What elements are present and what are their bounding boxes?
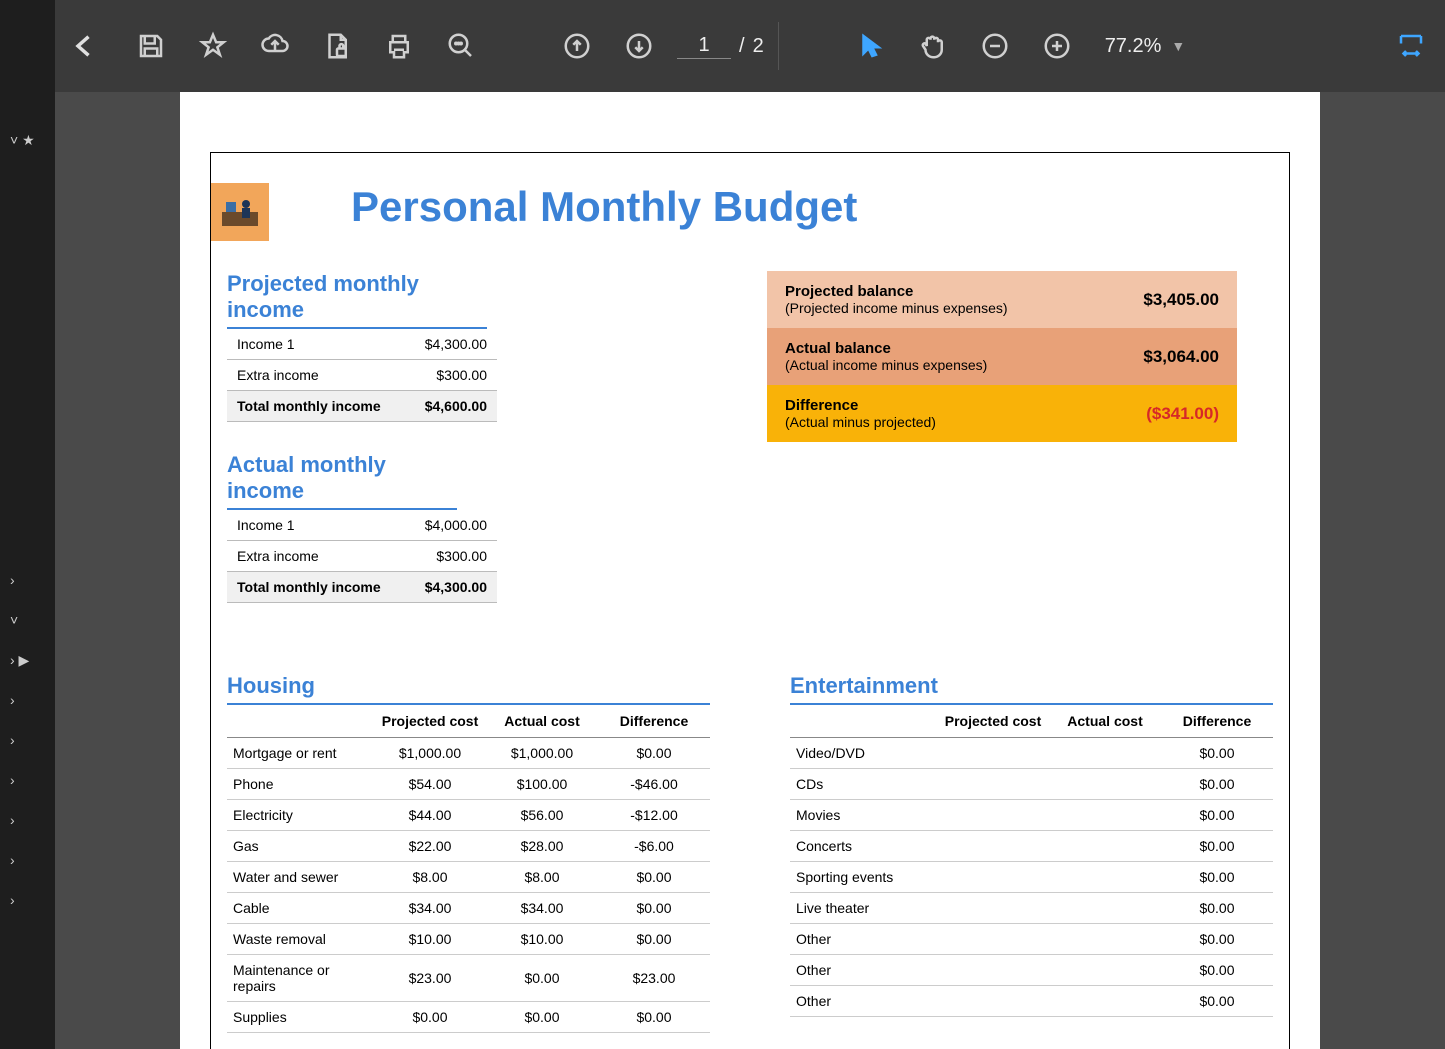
budget-logo-icon xyxy=(211,183,269,241)
search-button[interactable] xyxy=(437,22,485,70)
balance-box: Projected balance (Projected income minu… xyxy=(767,271,1237,442)
table-row: Live theater$0.00 xyxy=(790,893,1273,924)
fit-width-button[interactable] xyxy=(1387,22,1435,70)
table-row: Cable$34.00$34.00$0.00 xyxy=(227,893,710,924)
housing-heading: Housing xyxy=(227,673,710,705)
zoom-dropdown[interactable]: 77.2% ▼ xyxy=(1105,35,1186,58)
side-expand-6[interactable]: › xyxy=(0,760,55,800)
table-row: Video/DVD$0.00 xyxy=(790,738,1273,769)
table-row: Concerts$0.00 xyxy=(790,831,1273,862)
table-row: Sporting events$0.00 xyxy=(790,862,1273,893)
lock-file-button[interactable] xyxy=(313,22,361,70)
select-tool[interactable] xyxy=(847,22,895,70)
side-collapse[interactable]: ˅ ★ xyxy=(0,120,55,160)
chevron-down-icon: ▼ xyxy=(1171,38,1185,54)
document-title: Personal Monthly Budget xyxy=(351,183,1289,231)
table-row: Income 1$4,000.00 xyxy=(227,510,497,541)
side-expand-7[interactable]: › xyxy=(0,800,55,840)
projected-income-table: Income 1$4,300.00 Extra income$300.00 To… xyxy=(227,329,497,422)
side-expand-5[interactable]: › xyxy=(0,720,55,760)
side-expand-9[interactable]: › xyxy=(0,880,55,920)
table-row: Mortgage or rent$1,000.00$1,000.00$0.00 xyxy=(227,738,710,769)
table-row: Phone$54.00$100.00-$46.00 xyxy=(227,769,710,800)
upload-button[interactable] xyxy=(251,22,299,70)
projected-balance-row: Projected balance (Projected income minu… xyxy=(767,271,1237,328)
entertainment-heading: Entertainment xyxy=(790,673,1273,705)
table-row: Extra income$300.00 xyxy=(227,541,497,572)
document-viewer[interactable]: Personal Monthly Budget Projected monthl… xyxy=(55,92,1445,1049)
table-row-total: Total monthly income$4,300.00 xyxy=(227,572,497,603)
zoom-out-button[interactable] xyxy=(971,22,1019,70)
zoom-in-button[interactable] xyxy=(1033,22,1081,70)
side-expand-8[interactable]: › xyxy=(0,840,55,880)
table-row: Maintenance or repairs$23.00$0.00$23.00 xyxy=(227,955,710,1002)
side-expand-2[interactable]: ˅ xyxy=(0,600,55,640)
table-row: Income 1$4,300.00 xyxy=(227,329,497,360)
actual-balance-row: Actual balance (Actual income minus expe… xyxy=(767,328,1237,385)
toolbar-divider xyxy=(778,22,779,70)
housing-table: Projected cost Actual cost Difference Mo… xyxy=(227,705,710,1033)
document-page: Personal Monthly Budget Projected monthl… xyxy=(180,92,1320,1049)
table-row: Waste removal$10.00$10.00$0.00 xyxy=(227,924,710,955)
page-sep: / xyxy=(739,35,745,58)
page-total: 2 xyxy=(753,35,764,58)
table-row: Other$0.00 xyxy=(790,986,1273,1017)
zoom-value: 77.2% xyxy=(1105,35,1162,58)
back-button[interactable] xyxy=(65,26,105,66)
side-expand-3[interactable]: › ▶ xyxy=(0,640,55,680)
entertainment-table: Projected cost Actual cost Difference Vi… xyxy=(790,705,1273,1017)
actual-income-table: Income 1$4,000.00 Extra income$300.00 To… xyxy=(227,510,497,603)
star-button[interactable] xyxy=(189,22,237,70)
table-row: Gas$22.00$28.00-$6.00 xyxy=(227,831,710,862)
next-page-button[interactable] xyxy=(615,22,663,70)
page-current-input[interactable] xyxy=(677,33,731,59)
prev-page-button[interactable] xyxy=(553,22,601,70)
table-row: Water and sewer$8.00$8.00$0.00 xyxy=(227,862,710,893)
side-expand-4[interactable]: › xyxy=(0,680,55,720)
table-row: Movies$0.00 xyxy=(790,800,1273,831)
hand-tool[interactable] xyxy=(909,22,957,70)
toolbar: / 2 77.2% ▼ xyxy=(55,0,1445,92)
difference-balance-row: Difference (Actual minus projected) ($34… xyxy=(767,385,1237,442)
projected-income-heading: Projected monthly income xyxy=(227,271,487,329)
table-row: CDs$0.00 xyxy=(790,769,1273,800)
page-indicator: / 2 xyxy=(677,33,764,59)
table-row: Supplies$0.00$0.00$0.00 xyxy=(227,1002,710,1033)
side-panel: ˅ ★ › ˅ › ▶ › › › › › › xyxy=(0,0,56,1049)
side-expand-1[interactable]: › xyxy=(0,560,55,600)
table-row: Extra income$300.00 xyxy=(227,360,497,391)
print-button[interactable] xyxy=(375,22,423,70)
table-row-total: Total monthly income$4,600.00 xyxy=(227,391,497,422)
table-row: Electricity$44.00$56.00-$12.00 xyxy=(227,800,710,831)
table-row: Other$0.00 xyxy=(790,955,1273,986)
actual-income-heading: Actual monthly income xyxy=(227,452,457,510)
table-row: Other$0.00 xyxy=(790,924,1273,955)
save-button[interactable] xyxy=(127,22,175,70)
